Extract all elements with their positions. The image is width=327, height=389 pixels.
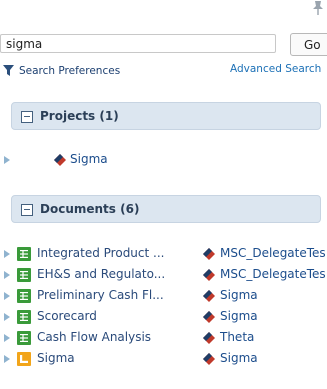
document-row[interactable]: Sigma Sigma: [0, 350, 327, 368]
document-name[interactable]: Sigma: [37, 351, 75, 365]
document-project[interactable]: Sigma: [220, 351, 258, 365]
project-icon: [203, 353, 215, 365]
document-project[interactable]: Sigma: [220, 309, 258, 323]
pin-icon[interactable]: [311, 0, 325, 16]
project-icon: [203, 332, 215, 344]
scorecard-icon: [17, 331, 31, 345]
expand-arrow-icon[interactable]: [4, 156, 10, 164]
expand-arrow-icon[interactable]: [4, 313, 10, 321]
document-project[interactable]: Theta: [220, 330, 254, 344]
search-input[interactable]: [0, 34, 276, 53]
project-icon: [203, 248, 215, 260]
document-project[interactable]: MSC_DelegateTes: [220, 246, 326, 260]
document-name[interactable]: Integrated Product ...: [37, 246, 164, 260]
project-icon: [203, 311, 215, 323]
document-row[interactable]: Scorecard Sigma: [0, 308, 327, 326]
document-name[interactable]: Scorecard: [37, 309, 97, 323]
projects-section-header[interactable]: Projects (1): [11, 102, 321, 130]
preferences-row: Search Preferences Advanced Search: [0, 63, 327, 79]
search-row: Go: [0, 31, 327, 57]
document-project[interactable]: MSC_DelegateTes: [220, 267, 326, 281]
document-name[interactable]: Cash Flow Analysis: [37, 330, 151, 344]
documents-section-title: Documents (6): [40, 202, 140, 216]
expand-arrow-icon[interactable]: [4, 250, 10, 258]
document-project[interactable]: Sigma: [220, 288, 258, 302]
scorecard-icon: [17, 310, 31, 324]
project-icon: [54, 154, 66, 166]
project-icon: [203, 269, 215, 281]
search-preferences-link[interactable]: Search Preferences: [19, 65, 120, 77]
scorecard-icon: [17, 289, 31, 303]
collapse-icon[interactable]: [21, 111, 33, 123]
filter-icon[interactable]: [3, 65, 14, 76]
expand-arrow-icon[interactable]: [4, 355, 10, 363]
go-button[interactable]: Go: [290, 33, 327, 56]
project-icon: [203, 290, 215, 302]
document-name[interactable]: Preliminary Cash Fl...: [37, 288, 164, 302]
chart-doc-icon: [17, 352, 31, 366]
scorecard-icon: [17, 247, 31, 261]
document-name[interactable]: EH&S and Regulato...: [37, 267, 165, 281]
advanced-search-link[interactable]: Advanced Search: [230, 63, 321, 75]
expand-arrow-icon[interactable]: [4, 271, 10, 279]
document-row[interactable]: EH&S and Regulato... MSC_DelegateTes: [0, 266, 327, 284]
top-bar: [0, 0, 327, 22]
project-row[interactable]: Sigma: [0, 151, 327, 169]
document-row[interactable]: Integrated Product ... MSC_DelegateTes: [0, 245, 327, 263]
document-row[interactable]: Preliminary Cash Fl... Sigma: [0, 287, 327, 305]
expand-arrow-icon[interactable]: [4, 292, 10, 300]
project-name[interactable]: Sigma: [70, 152, 108, 166]
projects-section-title: Projects (1): [40, 109, 119, 123]
collapse-icon[interactable]: [21, 204, 33, 216]
expand-arrow-icon[interactable]: [4, 334, 10, 342]
document-row[interactable]: Cash Flow Analysis Theta: [0, 329, 327, 347]
scorecard-icon: [17, 268, 31, 282]
documents-section-header[interactable]: Documents (6): [11, 195, 321, 223]
